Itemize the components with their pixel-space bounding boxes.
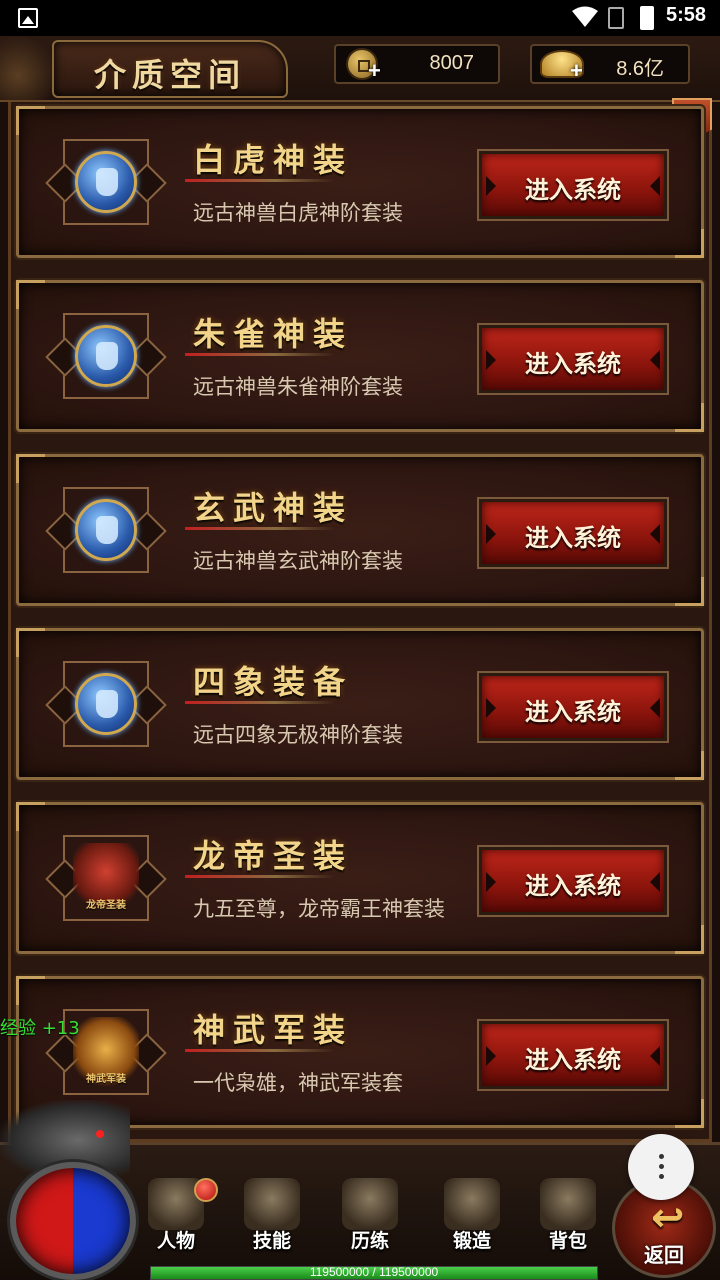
title-underline — [185, 179, 335, 182]
wifi-icon — [572, 6, 598, 27]
enter-system-button[interactable]: 进入系统 — [479, 151, 667, 219]
icon-frame — [63, 313, 149, 399]
notification-dot-icon — [194, 1178, 218, 1202]
exp-gain-popup: 经验 +13 — [0, 1018, 80, 1039]
emblem-label: 龙帝圣装 — [86, 900, 126, 911]
anvil-icon — [444, 1178, 500, 1230]
card-description: 远古神兽白虎神阶套装 — [193, 201, 403, 225]
nav-label: 背包 — [548, 1230, 587, 1252]
dragon-emperor-emblem-icon: 龙帝圣装 — [73, 843, 139, 915]
nav-label: 锻造 — [452, 1230, 491, 1252]
training-icon — [342, 1178, 398, 1230]
card-dragon-emperor: 龙帝圣装 龙帝圣装 九五至尊，龙帝霸王神套装 进入系统 — [16, 802, 704, 954]
card-title: 龙帝圣装 — [193, 837, 354, 875]
card-description: 九五至尊，龙帝霸王神套装 — [193, 897, 445, 921]
more-vert-icon — [659, 1154, 664, 1159]
button-label: 进入系统 — [525, 1046, 621, 1074]
gold-currency[interactable]: + 8.6亿 — [530, 44, 690, 84]
top-header: 介质空间 + 8007 + 8.6亿 — [0, 36, 720, 102]
skill-book-icon — [244, 1178, 300, 1230]
enter-system-button[interactable]: 进入系统 — [479, 325, 667, 393]
experience-text: 119500000 / 119500000 — [309, 1265, 439, 1279]
title-underline — [185, 1049, 335, 1052]
no-sim-icon — [608, 7, 624, 29]
button-label: 进入系统 — [525, 698, 621, 726]
backpack-icon — [540, 1178, 596, 1230]
button-label: 进入系统 — [525, 176, 621, 204]
copper-currency[interactable]: + 8007 — [334, 44, 500, 84]
add-copper-icon[interactable]: + — [368, 58, 381, 84]
image-notification-icon — [18, 8, 38, 28]
page-title: 介质空间 — [93, 56, 246, 94]
nav-label: 技能 — [252, 1230, 291, 1252]
battery-icon — [640, 6, 654, 30]
nav-training-button[interactable]: 历练 — [328, 1176, 412, 1258]
card-white-tiger: 白虎神装 远古神兽白虎神阶套装 进入系统 — [16, 106, 704, 258]
more-vert-icon — [659, 1164, 664, 1169]
gold-amount: 8.6亿 — [616, 58, 664, 80]
card-description: 远古神兽朱雀神阶套装 — [193, 375, 403, 399]
vermilion-bird-armor-icon — [75, 325, 137, 387]
icon-frame — [63, 139, 149, 225]
four-symbols-armor-icon — [75, 673, 137, 735]
card-title: 白虎神装 — [193, 141, 354, 179]
button-label: 进入系统 — [525, 524, 621, 552]
title-underline — [185, 875, 335, 878]
nav-label: 历练 — [350, 1230, 389, 1252]
title-plate: 介质空间 — [52, 40, 288, 98]
return-arrow-icon: ↩ — [651, 1195, 685, 1241]
white-tiger-armor-icon — [75, 151, 137, 213]
card-black-tortoise: 玄武神装 远古神兽玄武神阶套装 进入系统 — [16, 454, 704, 606]
more-options-button[interactable] — [628, 1134, 694, 1200]
enter-system-button[interactable]: 进入系统 — [479, 1021, 667, 1089]
nav-label: 人物 — [156, 1230, 195, 1252]
icon-frame: 龙帝圣装 — [63, 835, 149, 921]
dragon-ornament-icon — [0, 36, 60, 102]
experience-bar: 119500000 / 119500000 — [150, 1265, 598, 1280]
nav-bag-button[interactable]: 背包 — [526, 1176, 610, 1258]
card-description: 远古神兽玄武神阶套装 — [193, 549, 403, 573]
card-description: 一代枭雄，神武军装套 — [193, 1071, 403, 1095]
button-label: 进入系统 — [525, 350, 621, 378]
card-title: 四象装备 — [193, 663, 354, 701]
enter-system-button[interactable]: 进入系统 — [479, 847, 667, 915]
card-vermilion-bird: 朱雀神装 远古神兽朱雀神阶套装 进入系统 — [16, 280, 704, 432]
card-title: 玄武神装 — [193, 489, 354, 527]
clock: 5:58 — [666, 4, 707, 26]
black-tortoise-armor-icon — [75, 499, 137, 561]
status-bar: 5:58 — [0, 0, 720, 36]
title-underline — [185, 527, 335, 530]
title-underline — [185, 701, 335, 704]
hp-mp-orb — [10, 1162, 136, 1280]
nav-skills-button[interactable]: 技能 — [230, 1176, 314, 1258]
dragon-eye-icon — [96, 1130, 104, 1138]
enter-system-button[interactable]: 进入系统 — [479, 499, 667, 567]
enter-system-button[interactable]: 进入系统 — [479, 673, 667, 741]
more-vert-icon — [659, 1174, 664, 1179]
emblem-label: 神武军装 — [86, 1074, 126, 1085]
card-title: 神武军装 — [193, 1011, 354, 1049]
card-description: 远古四象无极神阶套装 — [193, 723, 403, 747]
icon-frame — [63, 487, 149, 573]
card-title: 朱雀神装 — [193, 315, 354, 353]
card-four-symbols: 四象装备 远古四象无极神阶套装 进入系统 — [16, 628, 704, 780]
icon-frame — [63, 661, 149, 747]
title-underline — [185, 353, 335, 356]
divine-military-emblem-icon: 神武军装 — [73, 1017, 139, 1089]
nav-forge-button[interactable]: 锻造 — [430, 1176, 514, 1258]
back-label: 返回 — [644, 1243, 684, 1267]
button-label: 进入系统 — [525, 872, 621, 900]
copper-amount: 8007 — [429, 52, 475, 74]
add-gold-icon[interactable]: + — [570, 58, 583, 84]
